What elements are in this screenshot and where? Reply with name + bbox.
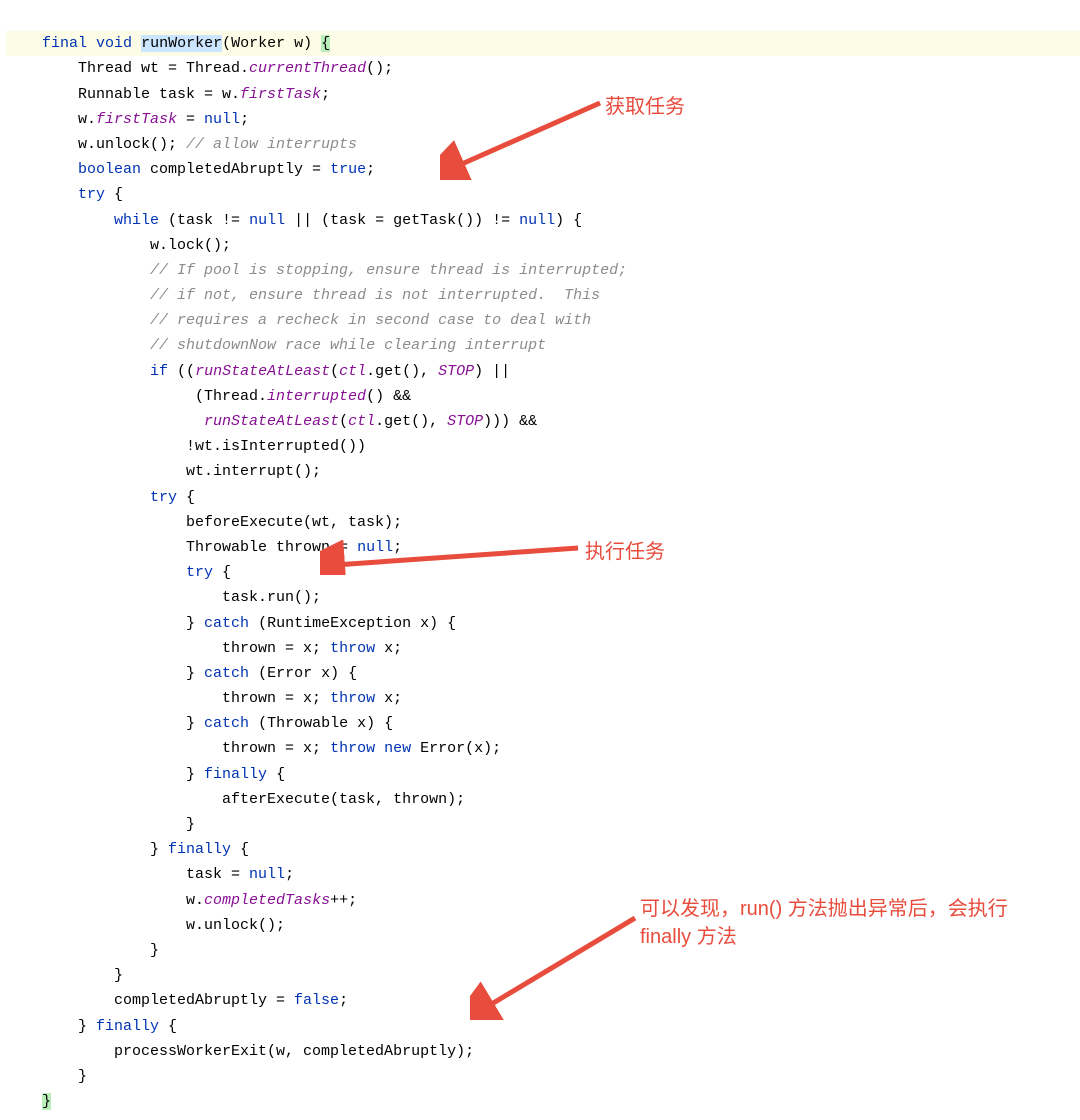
code-line: Throwable thrown = null;: [6, 539, 402, 556]
code-line: }: [6, 1093, 51, 1110]
code-line: }: [6, 967, 123, 984]
code-line: } finally {: [6, 766, 285, 783]
code-line: try {: [6, 186, 123, 203]
code-line: }: [6, 816, 195, 833]
code-line: // If pool is stopping, ensure thread is…: [6, 262, 627, 279]
code-line: } catch (Error x) {: [6, 665, 357, 682]
code-line: // requires a recheck in second case to …: [6, 312, 591, 329]
code-editor: final void runWorker(Worker w) { Thread …: [0, 0, 1080, 1120]
code-line: }: [6, 942, 159, 959]
method-params: (Worker w): [222, 35, 321, 52]
code-line: thrown = x; throw new Error(x);: [6, 740, 501, 757]
code-line: w.unlock();: [6, 917, 285, 934]
code-line: w.completedTasks++;: [6, 892, 357, 909]
code-line: // shutdownNow race while clearing inter…: [6, 337, 546, 354]
code-line: w.lock();: [6, 237, 231, 254]
keyword-void: void: [96, 35, 132, 52]
annotation-execute-task: 执行任务: [585, 535, 665, 564]
code-line: wt.interrupt();: [6, 463, 321, 480]
method-name-highlight: runWorker: [141, 35, 222, 52]
code-line: while (task != null || (task = getTask()…: [6, 212, 582, 229]
code-line: }: [6, 1068, 87, 1085]
code-line: // if not, ensure thread is not interrup…: [6, 287, 600, 304]
annotation-get-task: 获取任务: [605, 90, 685, 119]
code-line: try {: [6, 489, 195, 506]
annotation-finally-explanation: 可以发现，run() 方法抛出异常后，会执行 finally 方法: [640, 895, 1040, 951]
code-line: try {: [6, 564, 231, 581]
code-line: thrown = x; throw x;: [6, 690, 402, 707]
code-line: Thread wt = Thread.currentThread();: [6, 60, 393, 77]
code-line: w.unlock(); // allow interrupts: [6, 136, 357, 153]
code-line: !wt.isInterrupted()): [6, 438, 366, 455]
code-line: if ((runStateAtLeast(ctl.get(), STOP) ||: [6, 363, 510, 380]
keyword-final: final: [42, 35, 87, 52]
code-line: } catch (Throwable x) {: [6, 715, 393, 732]
code-line: processWorkerExit(w, completedAbruptly);: [6, 1043, 474, 1060]
code-line: runStateAtLeast(ctl.get(), STOP))) &&: [6, 413, 537, 430]
code-line: } finally {: [6, 841, 249, 858]
code-line: Runnable task = w.firstTask;: [6, 86, 330, 103]
code-line: beforeExecute(wt, task);: [6, 514, 402, 531]
brace-highlight: {: [321, 35, 330, 52]
code-line: (Thread.interrupted() &&: [6, 388, 411, 405]
code-line: boolean completedAbruptly = true;: [6, 161, 375, 178]
code-line: thrown = x; throw x;: [6, 640, 402, 657]
code-line: task.run();: [6, 589, 321, 606]
code-line: afterExecute(task, thrown);: [6, 791, 465, 808]
brace-highlight: }: [42, 1093, 51, 1110]
highlighted-line: final void runWorker(Worker w) {: [6, 31, 1080, 56]
code-line: w.firstTask = null;: [6, 111, 249, 128]
code-line: } catch (RuntimeException x) {: [6, 615, 456, 632]
code-line: task = null;: [6, 866, 294, 883]
code-line: } finally {: [6, 1018, 177, 1035]
code-line: completedAbruptly = false;: [6, 992, 348, 1009]
